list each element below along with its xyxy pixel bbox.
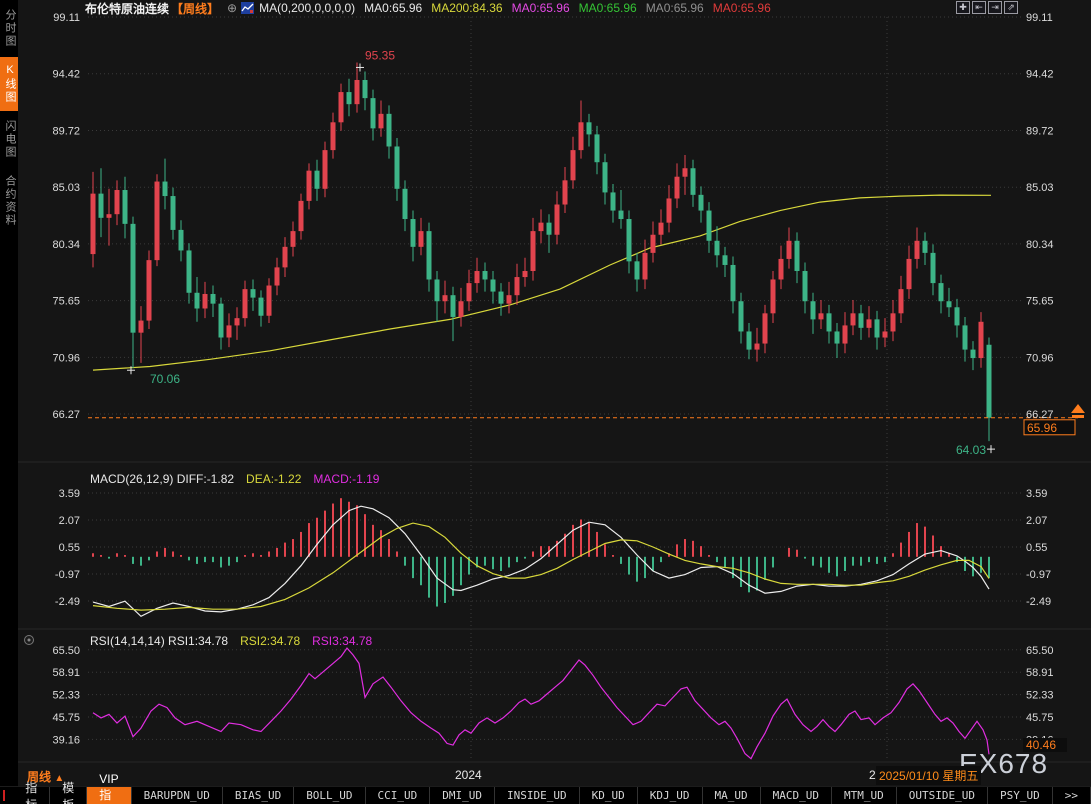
axis-label: 65.50 bbox=[1026, 645, 1054, 657]
charting-app: 99.11 99.11 94.42 94.42 89.72 89.72 85.03 85.03… bbox=[0, 0, 1091, 804]
last-low-annotation: 64.03 bbox=[956, 443, 986, 457]
axis-label: 0.55 bbox=[1026, 542, 1047, 554]
rsi-line bbox=[92, 647, 990, 760]
ma-value-5: MA0:65.96 bbox=[645, 1, 704, 15]
ma-values: MA(0,200,0,0,0,0) MA0:65.96 MA200:84.36 MA0… bbox=[259, 1, 780, 15]
sidebar-item-1[interactable]: K线图 bbox=[0, 57, 18, 111]
toolbar-tab-[interactable]: 指标 bbox=[13, 781, 51, 804]
axis-label: 39.16 bbox=[52, 734, 80, 746]
window-icons: ✚ ⇤ ⇥ ⇗ bbox=[956, 1, 1018, 14]
ma-value-4: MA0:65.96 bbox=[578, 1, 637, 15]
toolbar-tab-BARUPDNUD[interactable]: BARUPDN_UD bbox=[132, 787, 223, 804]
ma200-line bbox=[92, 194, 992, 371]
axis-label: 85.03 bbox=[1026, 182, 1054, 194]
axis-label: -2.49 bbox=[1026, 596, 1051, 608]
price-marker-arrow-icon bbox=[1071, 404, 1085, 413]
toolbar-tab-KDUD[interactable]: KD_UD bbox=[580, 787, 638, 804]
label-layer: 99.11 99.1194.42 94.4289.72 89.7285.03 85.03… bbox=[24, 12, 1085, 752]
toolbar-tab-KDJUD[interactable]: KDJ_UD bbox=[638, 787, 703, 804]
axis-label: 70.96 bbox=[1026, 352, 1054, 364]
series-layer bbox=[88, 62, 1078, 760]
axis-label: 58.91 bbox=[52, 667, 80, 679]
axis-label: 75.65 bbox=[52, 296, 80, 308]
chart-header: 布伦特原油连续 【周线】 ⊕ MA(0,200,0,0,0,0) MA0:65.9… bbox=[18, 0, 1091, 16]
toolbar-tab-BOLLUD[interactable]: BOLL_UD bbox=[294, 787, 366, 804]
ma-value-6: MA0:65.96 bbox=[712, 1, 771, 15]
axis-label: 70.96 bbox=[52, 352, 80, 364]
toolbar-tab-MAUD[interactable]: MA_UD bbox=[703, 787, 761, 804]
sidebar-item-0[interactable]: 分时图 bbox=[0, 2, 18, 55]
record-square-icon[interactable] bbox=[3, 790, 6, 801]
toolbar-tab-OUTSIDEUD[interactable]: OUTSIDE_UD bbox=[897, 787, 988, 804]
last-date-label: 2025/01/10 星期五 bbox=[876, 766, 982, 785]
grid-layer bbox=[18, 16, 1091, 763]
toolbar-tab-BIASUD[interactable]: BIAS_UD bbox=[223, 787, 295, 804]
axis-label: -2.49 bbox=[55, 596, 80, 608]
toolbar-tab-VIP[interactable]: VIP指标 bbox=[87, 772, 132, 804]
axis-label: 94.42 bbox=[52, 69, 80, 81]
sidebar-item-3[interactable]: 合约资料 bbox=[0, 168, 18, 234]
axis-label: 65.50 bbox=[52, 645, 80, 657]
axis-label: 75.65 bbox=[1026, 296, 1054, 308]
toolbar-tab-CCIUD[interactable]: CCI_UD bbox=[366, 787, 431, 804]
axis-label: 52.33 bbox=[1026, 690, 1054, 702]
circle-plus-icon[interactable]: ⊕ bbox=[227, 1, 237, 15]
axis-label: 45.75 bbox=[1026, 712, 1054, 724]
axis-label: 3.59 bbox=[1026, 488, 1047, 500]
axis-label: 3.59 bbox=[59, 488, 80, 500]
axis-label: 58.91 bbox=[1026, 667, 1054, 679]
axis-label: 89.72 bbox=[1026, 126, 1054, 138]
ma-value-1: MA0:65.96 bbox=[364, 1, 423, 15]
diff-line bbox=[92, 505, 990, 618]
axis-label: 80.34 bbox=[1026, 239, 1054, 251]
chart-canvas[interactable]: 99.11 99.1194.42 94.4289.72 89.7285.03 85.03… bbox=[0, 0, 1091, 786]
sidebar-item-2[interactable]: 闪电图 bbox=[0, 113, 18, 166]
pan-left-icon[interactable]: ⇤ bbox=[972, 1, 986, 14]
low-annotation: 70.06 bbox=[150, 372, 180, 386]
axis-label: 85.03 bbox=[52, 182, 80, 194]
period-tag: 【周线】 bbox=[171, 1, 220, 16]
toolbar-tab-INSIDEUD[interactable]: INSIDE_UD bbox=[495, 787, 580, 804]
axis-label: -0.97 bbox=[55, 569, 80, 581]
ma-value-0: MA(0,200,0,0,0,0) bbox=[259, 1, 356, 15]
axis-label: 66.27 bbox=[52, 409, 80, 421]
axis-label: -0.97 bbox=[1026, 569, 1051, 581]
toolbar-tab-PSYUD[interactable]: PSY_UD bbox=[988, 787, 1053, 804]
axis-label: 66.27 bbox=[1026, 409, 1054, 421]
popout-icon[interactable]: ⇗ bbox=[1004, 1, 1018, 14]
toolbar-tab-[interactable]: 模板 bbox=[50, 781, 88, 804]
toolbar-tab-DMIUD[interactable]: DMI_UD bbox=[430, 787, 496, 804]
toolbar-tab-MACDUD[interactable]: MACD_UD bbox=[761, 787, 833, 804]
axis-label: 0.55 bbox=[59, 542, 80, 554]
last-price-value: 65.96 bbox=[1027, 421, 1057, 435]
axis-label: 45.75 bbox=[52, 712, 80, 724]
rsi-header: RSI(14,14,14) RSI1:34.78 RSI2:34.78 RSI3:3… bbox=[90, 634, 373, 648]
axis-label: 52.33 bbox=[52, 690, 80, 702]
year-label-2024: 2024 bbox=[455, 768, 482, 782]
pan-right-icon[interactable]: ⇥ bbox=[988, 1, 1002, 14]
axis-label: 80.34 bbox=[52, 239, 80, 251]
axis-label: 89.72 bbox=[52, 126, 80, 138]
rsi-layer bbox=[92, 647, 990, 760]
axis-label: 94.42 bbox=[1026, 69, 1054, 81]
instrument-title: 布伦特原油连续 bbox=[85, 1, 170, 16]
move-icon[interactable]: ✚ bbox=[956, 1, 970, 14]
ma-value-3: MA0:65.96 bbox=[511, 1, 570, 15]
ma-value-2: MA200:84.36 bbox=[431, 1, 503, 15]
indicator-toolbar: 指标模板VIP指标BARUPDN_UDBIAS_UDBOLL_UDCCI_UDD… bbox=[0, 772, 1091, 804]
chart-style-icon[interactable] bbox=[241, 2, 255, 14]
toolbar-tab-MTMUD[interactable]: MTM_UD bbox=[832, 787, 897, 804]
chart-type-sidebar: 分时图 K线图闪电图合约资料 bbox=[0, 0, 18, 804]
high-annotation: 95.35 bbox=[365, 48, 395, 62]
axis-label: 2.07 bbox=[59, 515, 80, 527]
axis-label: 2.07 bbox=[1026, 515, 1047, 527]
toolbar-tab-[interactable]: >> bbox=[1053, 787, 1091, 804]
macd-header: MACD(26,12,9) DIFF:-1.82 DEA:-1.22 MACD:-1… bbox=[90, 472, 380, 486]
dea-line bbox=[92, 522, 990, 611]
